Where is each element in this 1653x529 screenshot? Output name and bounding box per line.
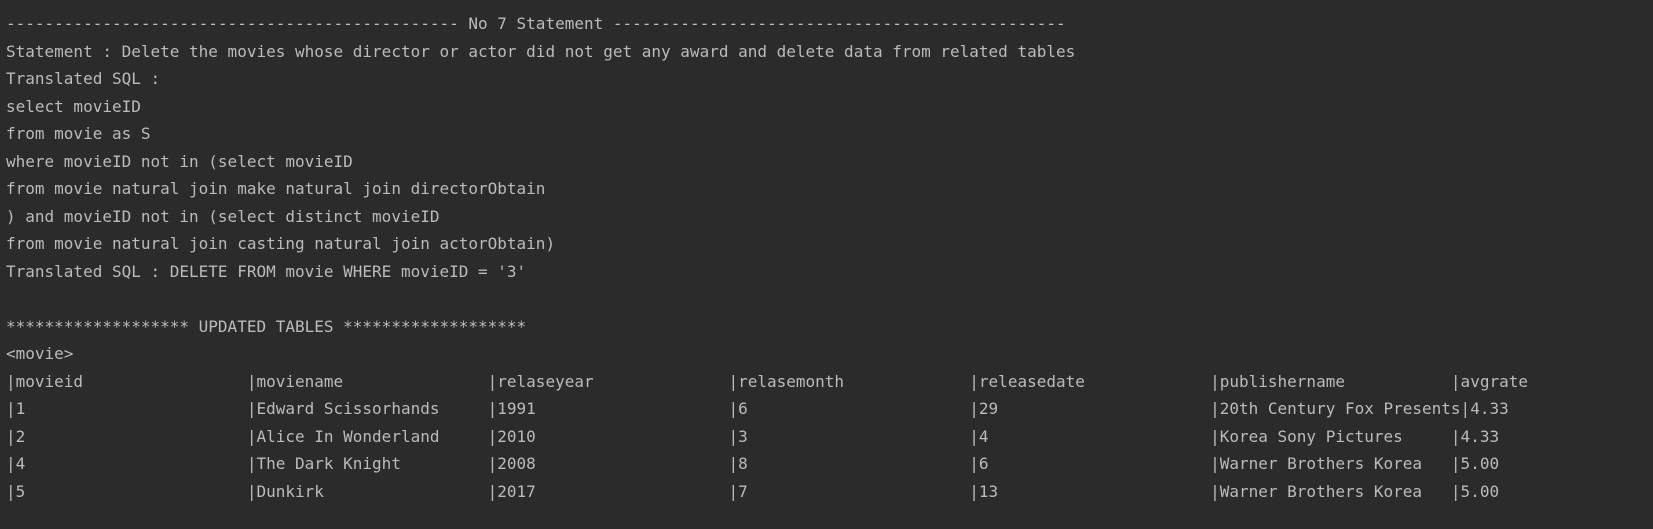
- sql-line: select movieID: [6, 96, 141, 116]
- sql-line: from movie natural join make natural joi…: [6, 179, 546, 198]
- table-row: |5 |Dunkirk |2017 |7 |13 |Warner Brother…: [6, 481, 1500, 501]
- translated-delete-line: Translated SQL : DELETE FROM movie WHERE…: [6, 261, 527, 281]
- updated-tables-header-line: ******************* UPDATED TABLES *****…: [6, 316, 527, 336]
- table-row: |2 |Alice In Wonderland |2010 |3 |4 |Kor…: [6, 426, 1500, 446]
- statement-header-line: ----------------------------------------…: [6, 14, 1066, 33]
- sql-line: from movie as S: [6, 124, 151, 143]
- sql-line: where movieID not in (select movieID: [6, 151, 353, 171]
- console-output[interactable]: ----------------------------------------…: [0, 0, 1653, 529]
- table-row: |1 |Edward Scissorhands |1991 |6 |29 |20…: [6, 399, 1509, 418]
- table-name-line: <movie>: [6, 344, 74, 363]
- statement-text-line: Statement : Delete the movies whose dire…: [6, 41, 1076, 61]
- table-row: |4 |The Dark Knight |2008 |8 |6 |Warner …: [6, 454, 1500, 473]
- translated-sql-label-line: Translated SQL :: [6, 69, 161, 88]
- sql-line: from movie natural join casting natural …: [6, 234, 556, 253]
- sql-line: ) and movieID not in (select distinct mo…: [6, 206, 440, 226]
- table-header-row: |movieid |moviename |relaseyear |relasem…: [6, 371, 1528, 391]
